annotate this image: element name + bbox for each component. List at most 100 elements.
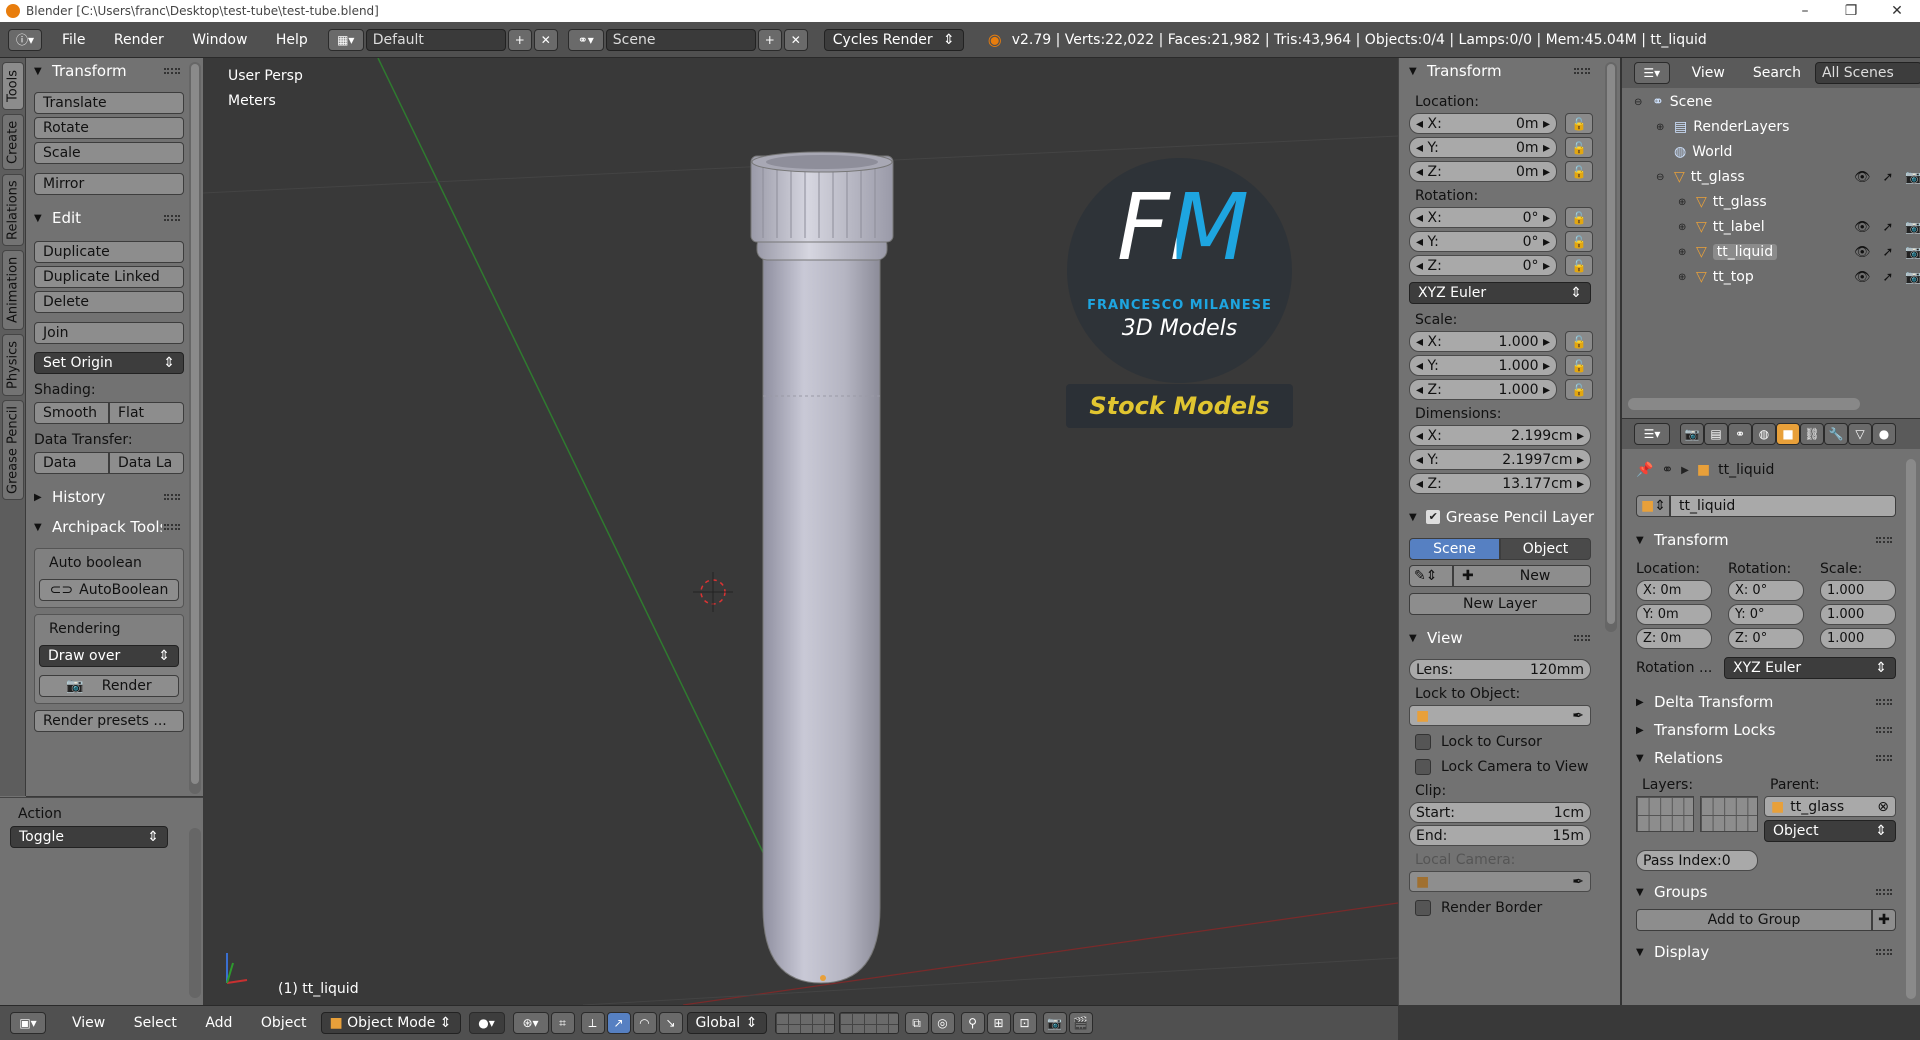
clear-icon[interactable]: ⊗ (1877, 799, 1889, 815)
grease-pencil-layer-header[interactable]: ▼ ✔ Grease Pencil Layer (1409, 504, 1594, 530)
screen-layout-icon[interactable]: ▦▾ (327, 28, 364, 51)
tab-tools[interactable]: Tools (2, 62, 24, 110)
lock-to-cursor-checkbox[interactable]: Lock to Cursor (1409, 734, 1594, 750)
expand-toggle-icon[interactable]: ⊖ (1656, 172, 1670, 183)
object-name-field[interactable]: tt_liquid (1670, 495, 1896, 517)
material-tab-icon[interactable]: ● (1872, 423, 1896, 445)
obj-rotation-mode-select[interactable]: XYZ Euler ⇕ (1724, 657, 1896, 679)
unlock-icon[interactable]: 🔓 (1565, 255, 1593, 276)
duplicate-button[interactable]: Duplicate (34, 241, 184, 263)
remove-layout-icon[interactable]: ✕ (533, 28, 558, 51)
edit-panel-header[interactable]: ▼ Edit (34, 205, 184, 231)
location-z-field[interactable]: ◂ Z: 0m ▸ (1409, 161, 1557, 182)
eye-icon[interactable]: 👁 (1854, 220, 1871, 235)
render-border-checkbox[interactable]: Render Border (1409, 900, 1594, 916)
clip-end-field[interactable]: End: 15m (1409, 825, 1591, 846)
outliner-search-menu[interactable]: Search (1753, 65, 1801, 81)
unlock-icon[interactable]: 🔓 (1565, 331, 1593, 352)
obj-scale-z-field[interactable]: 1.000 (1820, 628, 1896, 649)
menu-render[interactable]: Render (114, 32, 164, 48)
pin-icon[interactable]: 📌 (1636, 462, 1653, 478)
outliner-item[interactable]: ⊕ ▽ tt_liquid (1678, 240, 1778, 264)
expand-toggle-icon[interactable]: ⊖ (1634, 97, 1648, 108)
view3d-editor-icon[interactable]: ▣▾ (10, 1012, 46, 1034)
layers-block-2[interactable] (1700, 796, 1758, 832)
location-x-field[interactable]: ◂ X: 0m ▸ (1409, 113, 1557, 134)
gp-new-button[interactable]: ✚ New (1453, 565, 1591, 587)
dimensions-y-field[interactable]: ◂ Y: 2.1997cm ▸ (1409, 449, 1591, 470)
add-to-group-button[interactable]: Add to Group (1636, 909, 1872, 931)
manipulator-toggle-icon[interactable]: ⟂ (580, 1012, 605, 1034)
tab-physics[interactable]: Physics (2, 334, 24, 396)
join-button[interactable]: Join (34, 322, 184, 344)
mode-select[interactable]: ■ Object Mode ⇕ (320, 1012, 461, 1034)
duplicate-linked-button[interactable]: Duplicate Linked (34, 266, 184, 288)
outliner-item[interactable]: ⊕ ▤ RenderLayers (1656, 115, 1789, 139)
editor-type-info-icon[interactable]: ⓘ▾ (8, 28, 42, 51)
unlock-icon[interactable]: 🔓 (1565, 161, 1593, 182)
expand-toggle-icon[interactable]: ⊕ (1678, 222, 1692, 233)
scene-tab-icon[interactable]: ⚭ (1728, 423, 1752, 445)
eye-icon[interactable]: 👁 (1854, 270, 1871, 285)
rotate-button[interactable]: Rotate (34, 117, 184, 139)
snap-element-icon[interactable]: ⊞ (986, 1012, 1011, 1034)
drag-grip-icon[interactable] (1876, 889, 1892, 895)
render-engine-select[interactable]: Cycles Render ⇕ (823, 28, 964, 51)
obj-location-y-field[interactable]: Y: 0m (1636, 604, 1712, 625)
snap-toggle-icon[interactable]: ⚲ (960, 1012, 985, 1034)
transform-locks-header[interactable]: ▶ Transform Locks (1636, 717, 1896, 743)
eyedropper-icon[interactable]: ✒ (1572, 874, 1584, 890)
drag-grip-icon[interactable] (1876, 699, 1892, 705)
rotation-z-field[interactable]: ◂ Z: 0° ▸ (1409, 255, 1557, 276)
outliner-item[interactable]: ◍ World (1656, 140, 1732, 164)
cursor-icon[interactable]: ➚ (1883, 245, 1894, 260)
unlock-icon[interactable]: 🔓 (1565, 355, 1593, 376)
mirror-button[interactable]: Mirror (34, 173, 184, 195)
drag-grip-icon[interactable] (164, 215, 180, 221)
draw-over-select[interactable]: Draw over ⇕ (39, 645, 179, 667)
layer-buttons-2[interactable] (838, 1012, 899, 1034)
unlock-icon[interactable]: 🔓 (1565, 379, 1593, 400)
outliner-item[interactable]: ⊕ ▽ tt_top (1678, 265, 1754, 289)
flat-button[interactable]: Flat (109, 402, 184, 424)
orientation-select[interactable]: Global ⇕ (686, 1012, 767, 1034)
world-tab-icon[interactable]: ◍ (1752, 423, 1776, 445)
drag-grip-icon[interactable] (1574, 635, 1590, 641)
drag-grip-icon[interactable] (164, 494, 180, 500)
obj-location-z-field[interactable]: Z: 0m (1636, 628, 1712, 649)
relations-header[interactable]: ▼ Relations (1636, 745, 1896, 771)
obj-location-x-field[interactable]: X: 0m (1636, 580, 1712, 601)
object-tab-icon[interactable]: ■ (1776, 423, 1800, 445)
scene-icon[interactable]: ⚭▾ (567, 28, 604, 51)
layer-buttons-1[interactable] (774, 1012, 835, 1034)
outliner-item[interactable]: ⊕ ▽ tt_label (1678, 215, 1765, 239)
unlock-icon[interactable]: 🔓 (1565, 137, 1593, 158)
scale-button[interactable]: Scale (34, 142, 184, 164)
cursor-icon[interactable]: ➚ (1883, 170, 1894, 185)
scale-y-field[interactable]: ◂ Y: 1.000 ▸ (1409, 355, 1557, 376)
rotation-mode-select[interactable]: XYZ Euler ⇕ (1409, 282, 1591, 304)
gp-object-button[interactable]: Object (1500, 538, 1591, 560)
drag-grip-icon[interactable] (1876, 727, 1892, 733)
outliner-item[interactable]: ⊖ ▽ tt_glass (1656, 165, 1745, 189)
properties-editor-icon[interactable]: ☰▾ (1634, 423, 1670, 445)
outliner-filter-select[interactable]: All Scenes (1814, 62, 1920, 84)
camera-icon[interactable]: 📷 (1905, 170, 1920, 185)
translate-manipulator-icon[interactable]: ↗ (606, 1012, 631, 1034)
obj-scale-x-field[interactable]: 1.000 (1820, 580, 1896, 601)
cursor-icon[interactable]: ➚ (1883, 220, 1894, 235)
drag-grip-icon[interactable] (164, 524, 180, 530)
smooth-button[interactable]: Smooth (34, 402, 109, 424)
scale-x-field[interactable]: ◂ X: 1.000 ▸ (1409, 331, 1557, 352)
constraints-tab-icon[interactable]: ⛓ (1800, 423, 1824, 445)
transform-panel-header[interactable]: ▼ Transform (34, 58, 184, 84)
camera-icon[interactable]: 📷 (1905, 270, 1920, 285)
tab-relations[interactable]: Relations (2, 174, 24, 246)
translate-button[interactable]: Translate (34, 92, 184, 114)
object-browse-icon[interactable]: ■ ⇕ (1636, 495, 1670, 517)
scene-field[interactable]: Scene (605, 28, 756, 51)
delta-transform-header[interactable]: ▶ Delta Transform (1636, 689, 1896, 715)
outliner-item[interactable]: ⊖ ⚭ Scene (1634, 90, 1712, 114)
rotate-manipulator-icon[interactable]: ◠ (632, 1012, 657, 1034)
gp-new-layer-button[interactable]: New Layer (1409, 593, 1591, 615)
